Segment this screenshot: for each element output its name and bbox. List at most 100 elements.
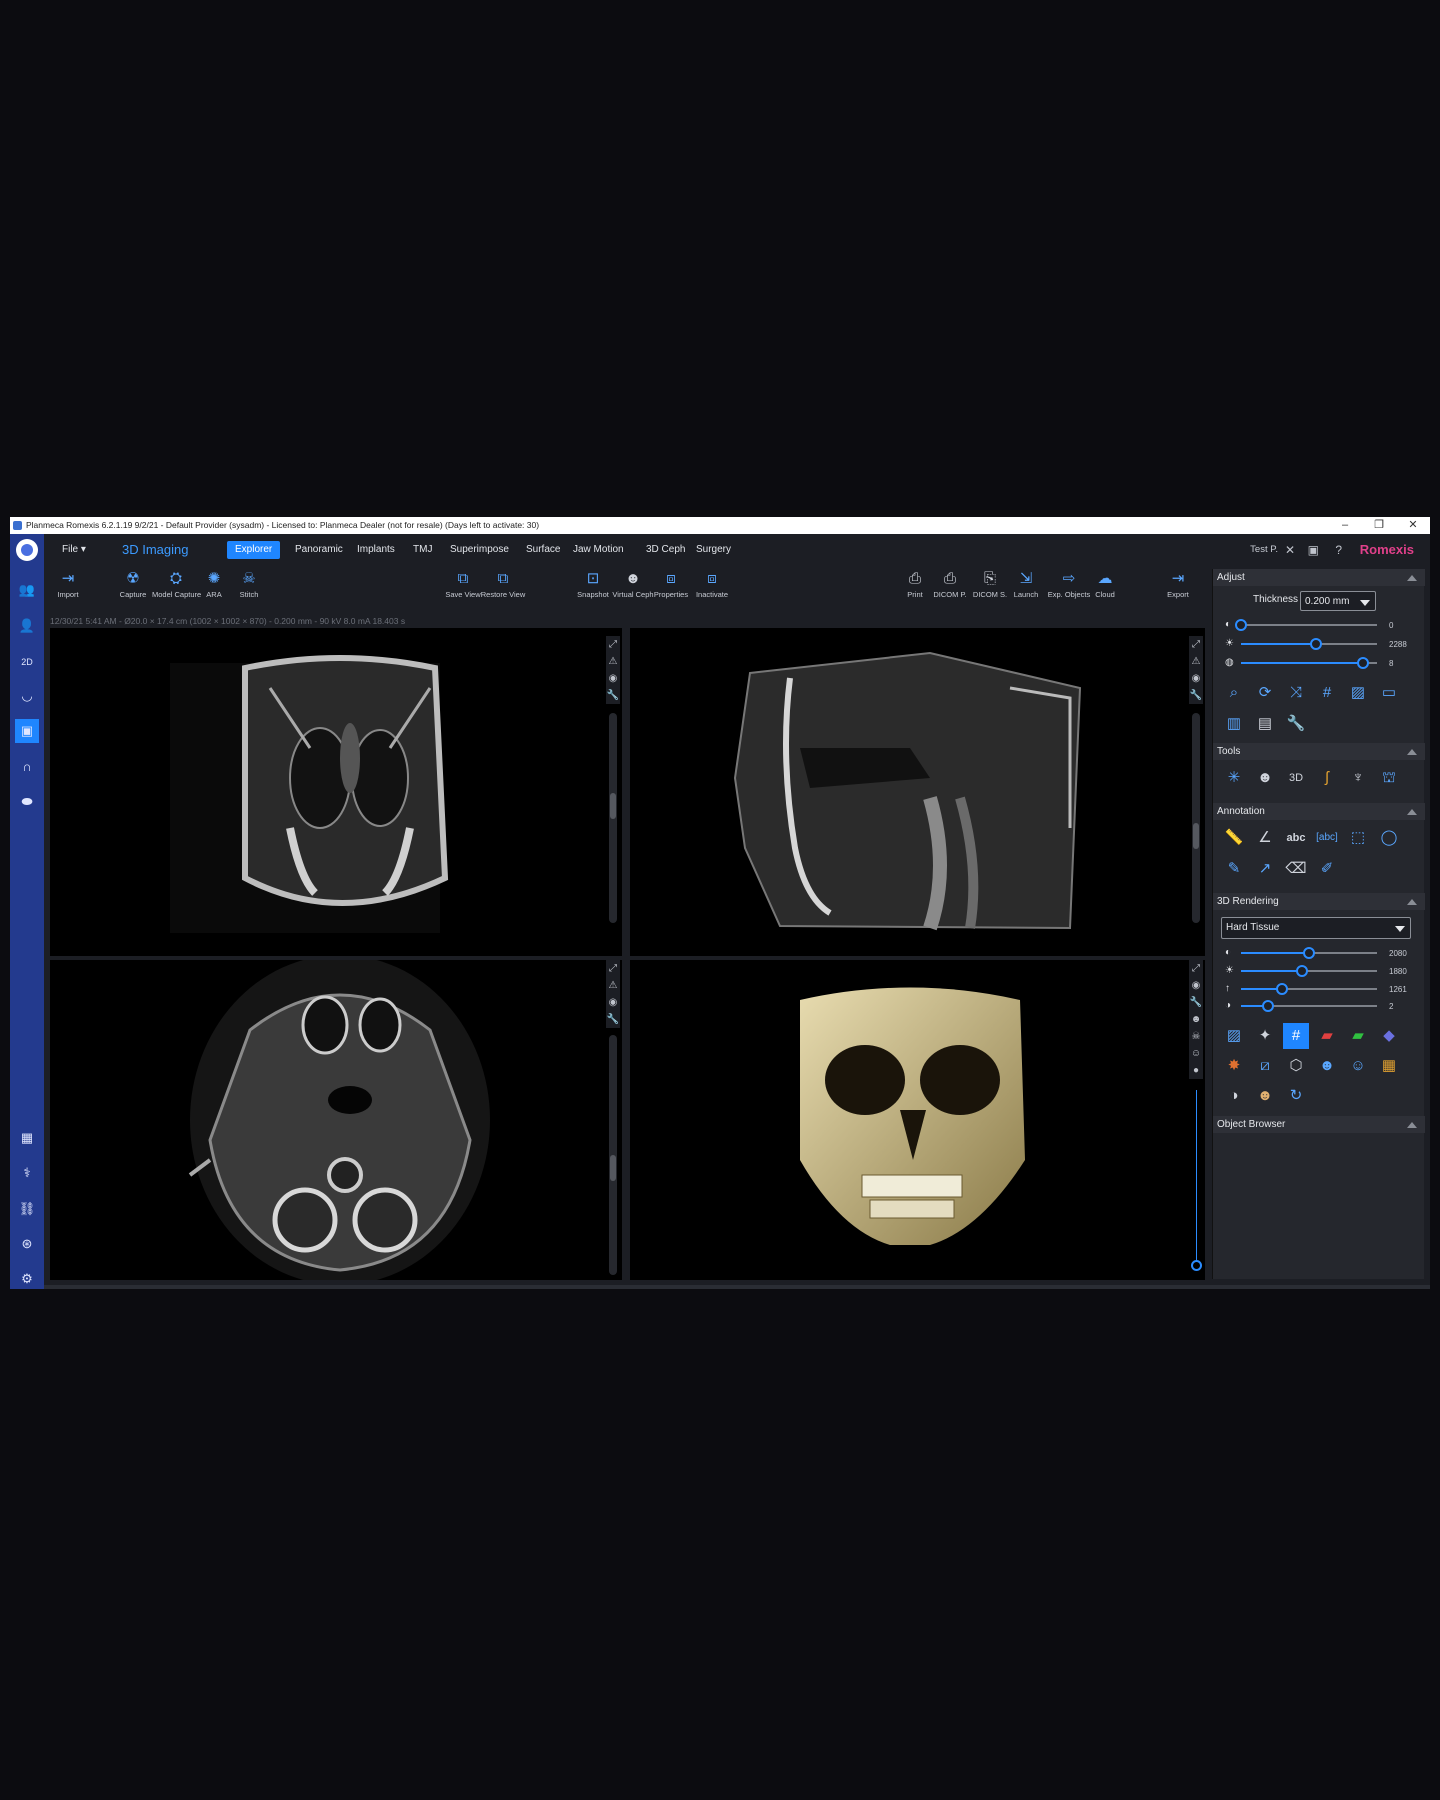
coronal-scrollbar[interactable]: [609, 713, 617, 923]
scroll-thumb[interactable]: [610, 793, 616, 819]
image-icon[interactable]: ▨: [1345, 680, 1371, 706]
blue-plane-icon[interactable]: ◆: [1376, 1023, 1402, 1049]
face-icon[interactable]: ☻: [1252, 1083, 1278, 1109]
restore-view-button[interactable]: ⧉ Restore View: [479, 567, 527, 605]
tab-tmj[interactable]: TMJ: [405, 541, 440, 559]
cube-icon[interactable]: ⬡: [1283, 1053, 1309, 1079]
text-icon[interactable]: abc: [1283, 825, 1309, 851]
wrench-icon[interactable]: 🔧: [1189, 994, 1203, 1011]
head-back-icon[interactable]: ●: [1189, 1062, 1203, 1079]
panoramic-icon[interactable]: ∩: [15, 755, 39, 779]
settings-wrench-icon[interactable]: 🔧: [1283, 711, 1309, 737]
brush-icon[interactable]: ✐: [1314, 856, 1340, 882]
restore-button[interactable]: ❐: [1362, 517, 1396, 534]
render-opacity-slider[interactable]: [1241, 1000, 1377, 1012]
reslice-icon[interactable]: ⤨: [1283, 680, 1309, 706]
close-window-button[interactable]: ✕: [1396, 517, 1430, 534]
head-icon[interactable]: ☻: [1189, 1011, 1203, 1028]
romexis-logo-icon[interactable]: [16, 539, 38, 561]
dicom-print-button[interactable]: ⎙ DICOM P.: [929, 567, 971, 605]
adjust-brightness-slider[interactable]: [1241, 638, 1377, 650]
rendering-preset-select[interactable]: Hard Tissue: [1221, 917, 1411, 939]
render-image-icon[interactable]: ▨: [1221, 1023, 1247, 1049]
tab-superimpose[interactable]: Superimpose: [442, 541, 517, 559]
tab-explorer[interactable]: Explorer: [227, 541, 281, 559]
grid-icon[interactable]: #: [1314, 680, 1340, 706]
adjust-sharpness-slider[interactable]: [1241, 657, 1377, 669]
3d-tool-icon[interactable]: 3D: [1283, 765, 1309, 791]
unit-icon[interactable]: ⚕: [15, 1161, 39, 1185]
tab-surface[interactable]: Surface: [518, 541, 568, 559]
launch-button[interactable]: ⇲ Launch: [1005, 567, 1047, 605]
cloud-button[interactable]: ☁ Cloud: [1084, 567, 1126, 605]
light-icon[interactable]: ✦: [1252, 1023, 1278, 1049]
maximize-icon[interactable]: ⤢: [1189, 960, 1203, 977]
snapshot-button[interactable]: ⊡ Snapshot: [572, 567, 614, 605]
eraser-icon[interactable]: ⌫: [1283, 856, 1309, 882]
import-button[interactable]: ⇥ Import: [47, 567, 89, 605]
render-contrast-slider[interactable]: [1241, 947, 1377, 959]
object-browser-header[interactable]: Object Browser: [1213, 1116, 1425, 1133]
zoom-icon[interactable]: ⌕: [1221, 680, 1247, 706]
model-icon[interactable]: ⬬: [15, 790, 39, 814]
tab-panoramic[interactable]: Panoramic: [287, 541, 351, 559]
viewport-sagittal[interactable]: ⤢ ⚠ ◉ 🔧: [630, 628, 1205, 956]
cutting-icon[interactable]: ✸: [1221, 1053, 1247, 1079]
maximize-icon[interactable]: ⤢: [606, 960, 620, 977]
camera-icon[interactable]: ◉: [1189, 670, 1203, 687]
implant-icon[interactable]: ⛫: [1376, 765, 1402, 791]
3d-imaging-icon[interactable]: ▣: [15, 719, 39, 743]
admin-icon[interactable]: ⚙: [15, 1267, 39, 1289]
nerve-icon[interactable]: ʃ: [1314, 765, 1340, 791]
patients-icon[interactable]: 👥: [15, 578, 39, 602]
color-map-icon[interactable]: ▦: [1376, 1053, 1402, 1079]
network-icon[interactable]: ⛓: [15, 1197, 39, 1221]
maximize-icon[interactable]: ⤢: [1189, 636, 1203, 653]
head-side-icon[interactable]: ☺: [1189, 1045, 1203, 1062]
save-view-button[interactable]: ⧉ Save View: [442, 567, 484, 605]
viewport-3d-rendering[interactable]: ⤢ ◉ 🔧 ☻ ☠ ☺ ●: [630, 960, 1205, 1280]
green-plane-icon[interactable]: ▰: [1345, 1023, 1371, 1049]
maximize-icon[interactable]: ⤢: [606, 636, 620, 653]
skull-tool-icon[interactable]: ☻: [1252, 765, 1278, 791]
video-icon[interactable]: ▣: [1308, 541, 1319, 559]
ellipse-icon[interactable]: ◯: [1376, 825, 1402, 851]
2d-imaging-icon[interactable]: 2D: [15, 650, 39, 674]
layout-icon[interactable]: ▭: [1376, 680, 1402, 706]
adjust-contrast-slider[interactable]: [1235, 619, 1377, 631]
help-icon[interactable]: ?: [1335, 541, 1342, 559]
tab-3d-ceph[interactable]: 3D Ceph: [638, 541, 693, 559]
viewport-axial[interactable]: ⤢ ⚠ ◉ 🔧: [50, 960, 622, 1280]
sagittal-scrollbar[interactable]: [1192, 713, 1200, 923]
reset-view-icon[interactable]: ↻: [1283, 1083, 1309, 1109]
thickness-select[interactable]: 0.200 mm: [1300, 591, 1376, 611]
airway-icon[interactable]: ✳: [1221, 765, 1247, 791]
histogram-icon[interactable]: ▥: [1221, 711, 1247, 737]
angle-icon[interactable]: ∠: [1252, 825, 1278, 851]
tooth-icon[interactable]: ♆: [1345, 765, 1371, 791]
scroll-thumb[interactable]: [610, 1155, 616, 1181]
tab-surgery[interactable]: Surgery: [688, 541, 739, 559]
3d-rendering-header[interactable]: 3D Rendering: [1213, 893, 1425, 910]
head-blue-icon[interactable]: ☻: [1314, 1053, 1340, 1079]
clinic-icon[interactable]: ▦: [15, 1126, 39, 1150]
arrow-icon[interactable]: ↗: [1252, 856, 1278, 882]
tab-implants[interactable]: Implants: [349, 541, 403, 559]
render-grid-icon[interactable]: #: [1283, 1023, 1309, 1049]
camera-icon[interactable]: ◉: [1189, 977, 1203, 994]
head-outline-icon[interactable]: ☺: [1345, 1053, 1371, 1079]
intraoral-icon[interactable]: ◡: [15, 684, 39, 708]
render-threshold-slider[interactable]: [1241, 983, 1377, 995]
close-patient-icon[interactable]: ✕: [1285, 541, 1295, 559]
properties-button[interactable]: ⧈ Properties: [650, 567, 692, 605]
tab-jaw-motion[interactable]: Jaw Motion: [565, 541, 632, 559]
file-menu[interactable]: File ▾: [62, 541, 86, 559]
ruler-icon[interactable]: 📏: [1221, 825, 1247, 851]
rotate-volume-icon[interactable]: ⟳: [1252, 680, 1278, 706]
login-icon[interactable]: ⊛: [15, 1232, 39, 1256]
viewport-coronal[interactable]: ⤢ ⚠ ◉ 🔧: [50, 628, 622, 956]
half-sphere-icon[interactable]: ◑: [1221, 1083, 1247, 1109]
wrench-icon[interactable]: 🔧: [1189, 687, 1203, 704]
warning-icon[interactable]: ⚠: [1189, 653, 1203, 670]
camera-icon[interactable]: ◉: [606, 670, 620, 687]
